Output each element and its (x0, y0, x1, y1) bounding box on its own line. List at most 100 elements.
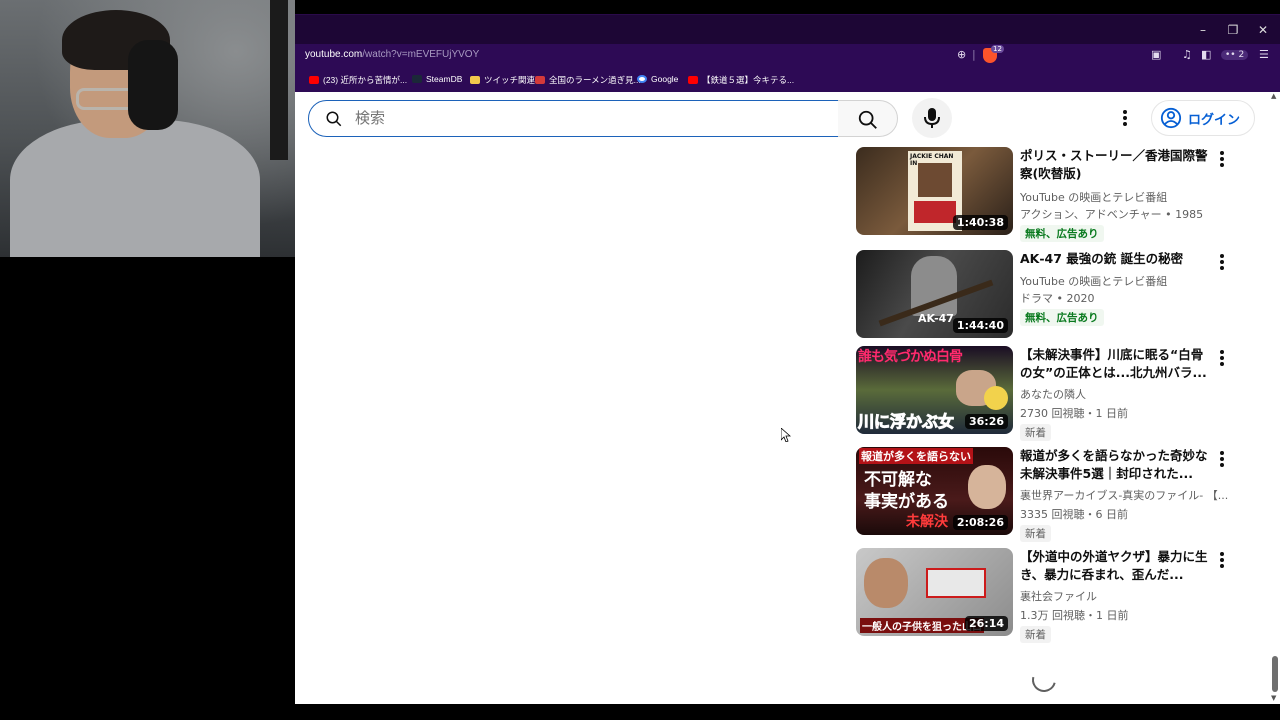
thumbnail-face (864, 558, 908, 608)
related-video-item[interactable]: 一般人の子供を狙った山口 26:14 【外道中の外道ヤクザ】暴力に生き、暴力に呑… (856, 548, 1236, 643)
bookmark-label: (23) 近所から苦情が... (323, 75, 408, 85)
new-badge: 新着 (1020, 424, 1051, 441)
thumbnail-text: 事実がある (864, 492, 949, 512)
video-duration: 36:26 (964, 414, 1008, 429)
new-badge: 新着 (1020, 626, 1051, 643)
video-more-icon[interactable] (1214, 252, 1230, 272)
thumbnail-text: 報道が多くを語らない (859, 448, 973, 464)
related-video-item[interactable]: AK-47 1:44:40 AK‐47 最強の銃 誕生の秘密 YouTube の… (856, 250, 1236, 342)
steamdb-icon (412, 75, 422, 83)
video-channel[interactable]: あなたの隣人 (1020, 386, 1086, 402)
video-thumbnail[interactable]: JACKIE CHAN IN 1:40:38 (856, 147, 1013, 235)
video-thumbnail[interactable]: 誰も気づかぬ白骨 川に浮かぶ女 36:26 (856, 346, 1013, 434)
bookmark-item[interactable]: SteamDB (412, 74, 462, 84)
webcam-microphone-stand (270, 0, 288, 160)
bookmarks-bar: (23) 近所から苦情が... SteamDB ツイッチ関連 全国のラーメン過ぎ… (295, 68, 1280, 92)
new-badge: 新着 (1020, 525, 1051, 542)
thumbnail-text: 未解決 (906, 514, 948, 530)
video-title[interactable]: 【未解決事件】川底に眠る“白骨の女”の正体とは...北九州バラ... (1020, 346, 1212, 382)
video-more-icon[interactable] (1214, 449, 1230, 469)
search-button[interactable] (838, 100, 898, 137)
search-box[interactable] (308, 100, 839, 137)
menu-icon[interactable]: ☰ (1259, 48, 1269, 61)
video-title[interactable]: ポリス・ストーリー／香港国際警察(吹替版) (1020, 147, 1212, 183)
video-title[interactable]: 報道が多くを語らなかった奇妙な未解決事件5選｜封印された... (1020, 447, 1212, 483)
extension-count: 2 (1238, 50, 1245, 60)
page-scrollbar[interactable]: ▲ ▼ (1270, 92, 1280, 704)
close-icon[interactable]: ✕ (1254, 21, 1272, 39)
zoom-icon[interactable]: ⊕ (957, 48, 966, 61)
thumbnail-text: 川に浮かぶ女 (857, 412, 955, 432)
related-video-item[interactable]: 誰も気づかぬ白骨 川に浮かぶ女 36:26 【未解決事件】川底に眠る“白骨の女”… (856, 346, 1236, 441)
webcam-streamer-hoodie (10, 120, 260, 257)
loading-spinner-icon (1027, 663, 1061, 697)
video-channel[interactable]: YouTube の映画とテレビ番組 (1020, 189, 1167, 205)
scroll-up-icon[interactable]: ▲ (1271, 92, 1276, 100)
youtube-icon (688, 76, 698, 84)
address-divider: | (972, 48, 976, 61)
video-thumbnail[interactable]: AK-47 1:44:40 (856, 250, 1013, 338)
account-icon (1160, 107, 1182, 129)
bookmark-item[interactable]: 全国のラーメン過ぎ見... (535, 74, 641, 86)
bookmark-label: ツイッチ関連 (484, 75, 536, 85)
bookmark-label: 全国のラーメン過ぎ見... (549, 75, 641, 85)
video-title[interactable]: AK‐47 最強の銃 誕生の秘密 (1020, 250, 1212, 268)
webcam-overlay (0, 0, 295, 257)
scroll-down-icon[interactable]: ▼ (1271, 694, 1276, 702)
poster-actor (918, 163, 952, 197)
search-input[interactable] (355, 109, 815, 127)
related-video-item[interactable]: JACKIE CHAN IN 1:40:38 ポリス・ストーリー／香港国際警察(… (856, 147, 1236, 242)
video-meta: 1.3万 回視聴・1 日前 (1020, 609, 1129, 622)
minimize-icon[interactable]: – (1194, 21, 1212, 39)
bookmark-item[interactable]: Google (637, 74, 678, 84)
scrollbar-thumb[interactable] (1272, 656, 1278, 692)
video-meta: アクション、アドベンチャー • 1985 (1020, 208, 1204, 221)
login-button[interactable]: ログイン (1151, 100, 1255, 136)
thumbnail-portrait (968, 465, 1006, 509)
video-channel[interactable]: 裏社会ファイル (1020, 588, 1097, 604)
sidebar-icon[interactable]: ◧ (1201, 48, 1211, 61)
more-options-icon[interactable] (1113, 106, 1137, 130)
video-thumbnail[interactable]: 報道が多くを語らない 不可解な 事実がある 未解決 2:08:26 (856, 447, 1013, 535)
ramen-site-icon (535, 76, 545, 84)
youtube-icon (309, 76, 319, 84)
search-icon (326, 111, 342, 127)
extensions-button[interactable]: •• 2 (1221, 50, 1249, 60)
bookmark-item[interactable]: ツイッチ関連 (470, 74, 535, 86)
restore-icon[interactable]: ❐ (1224, 21, 1242, 39)
video-meta: ドラマ • 2020 (1020, 292, 1095, 305)
folder-icon (470, 76, 480, 84)
youtube-page: ログイン JACKIE CHAN IN 1:40:38 ポリス・ストーリー／香港… (295, 92, 1270, 704)
login-label: ログイン (1188, 112, 1241, 128)
voice-search-button[interactable] (912, 98, 952, 138)
mouse-cursor-icon (781, 428, 791, 442)
thumbnail-map (926, 568, 986, 598)
video-channel[interactable]: YouTube の映画とテレビ番組 (1020, 273, 1167, 289)
google-icon (637, 75, 647, 83)
webcam-headphone (128, 40, 178, 130)
media-icon[interactable]: ♫ (1182, 48, 1192, 61)
search-icon (858, 110, 877, 129)
thumbnail-text: 誰も気づかぬ白骨 (858, 349, 963, 365)
url-text[interactable]: youtube.com/watch?v=mEVEFUjYVOY (305, 49, 479, 60)
bookmark-item[interactable]: 【鉄道５選】今キテる... (688, 74, 794, 86)
url-path: /watch?v=mEVEFUjYVOY (362, 49, 480, 60)
bookmark-label: SteamDB (426, 74, 463, 84)
browser-address-bar[interactable]: youtube.com/watch?v=mEVEFUjYVOY ⊕ | 12 ▣… (295, 44, 1280, 68)
related-video-item[interactable]: 報道が多くを語らない 不可解な 事実がある 未解決 2:08:26 報道が多くを… (856, 447, 1236, 542)
reader-mode-icon[interactable]: ▣ (1151, 48, 1161, 61)
video-more-icon[interactable] (1214, 348, 1230, 368)
video-title[interactable]: 【外道中の外道ヤクザ】暴力に生き、暴力に呑まれ、歪んだ... (1020, 548, 1212, 584)
video-duration: 1:44:40 (952, 318, 1008, 333)
extensions-icon: •• (1225, 50, 1236, 60)
video-channel[interactable]: 裏世界アーカイブス-真実のファイル- 【... (1020, 487, 1230, 503)
video-duration: 2:08:26 (952, 515, 1008, 530)
video-more-icon[interactable] (1214, 550, 1230, 570)
bookmark-item[interactable]: (23) 近所から苦情が... (309, 74, 407, 86)
video-more-icon[interactable] (1214, 149, 1230, 169)
bookmark-label: 【鉄道５選】今キテる... (702, 75, 795, 85)
video-thumbnail[interactable]: 一般人の子供を狙った山口 26:14 (856, 548, 1013, 636)
bookmark-label: Google (651, 74, 679, 84)
free-with-ads-badge: 無料、広告あり (1020, 309, 1104, 326)
screen: – ❐ ✕ youtube.com/watch?v=mEVEFUjYVOY ⊕ … (0, 0, 1280, 720)
